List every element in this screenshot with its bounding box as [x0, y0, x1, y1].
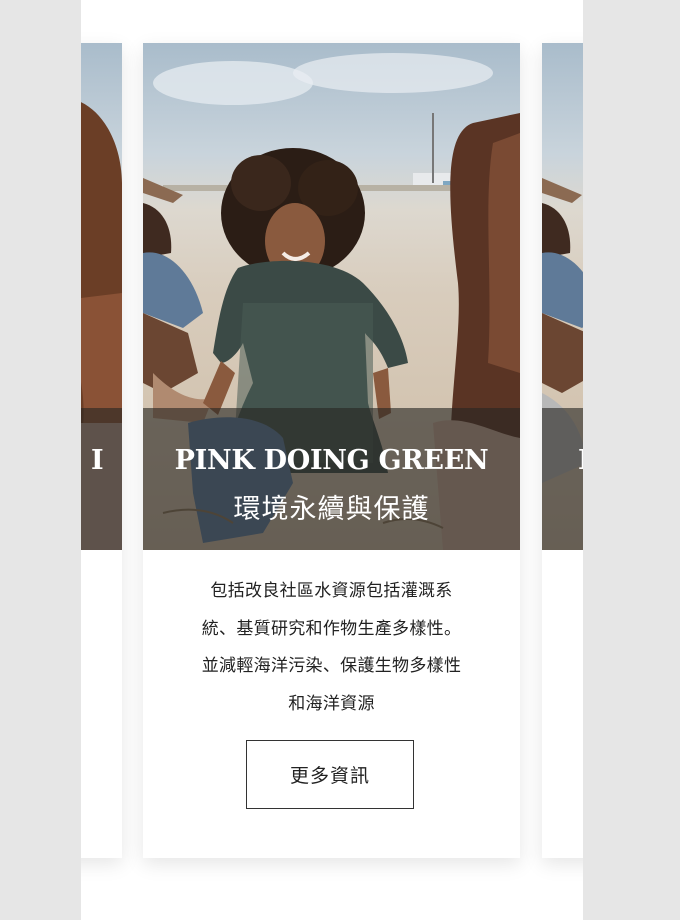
card-title-en: PINK DOING GREEN — [174, 445, 489, 476]
card-title-overlay — [542, 408, 583, 550]
card-title-overlay — [143, 408, 520, 550]
card-title-zh: 環境永續與保護 — [233, 494, 430, 525]
description-line: 和海洋資源 — [288, 693, 375, 714]
carousel-card-next[interactable]: I — [542, 43, 583, 858]
card-title-en: I — [91, 445, 104, 476]
card-title-en: I — [578, 445, 583, 476]
description-line: 並減輕海洋污染、保護生物多樣性 — [201, 656, 462, 676]
description-line: 包括改良社區水資源包括灌溉系 — [210, 581, 453, 601]
more-info-button[interactable]: 更多資訊 — [246, 740, 414, 809]
carousel-viewport: I PINK DOING GREEN 環境永續與保護 包括改良社區水資源包括灌溉… — [81, 0, 583, 920]
carousel-card-prev[interactable]: I — [81, 43, 122, 858]
card-title-overlay — [81, 408, 122, 550]
description-line: 統、基質研究和作物生產多樣性。 — [201, 618, 462, 639]
card-description: 包括改良社區水資源包括灌溉系 統、基質研究和作物生產多樣性。 並減輕海洋污染、保… — [143, 573, 520, 723]
carousel-card-active[interactable]: PINK DOING GREEN 環境永續與保護 包括改良社區水資源包括灌溉系 … — [143, 43, 520, 858]
